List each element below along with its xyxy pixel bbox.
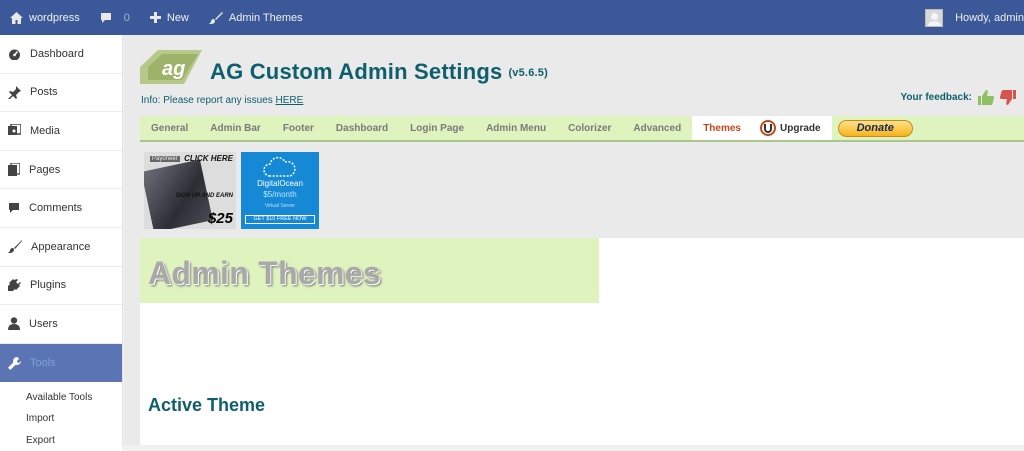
plugin-settings-link[interactable]: Admin Themes [199,0,313,35]
sidebar-item-label: Posts [30,86,58,99]
main-content: ag AG Custom Admin Settings (v5.6.5) Info… [124,35,1024,445]
sidebar-item-label: Comments [29,202,83,215]
page-title: AG Custom Admin Settings (v5.6.5) [210,59,548,85]
tab-dashboard[interactable]: Dashboard [325,116,399,140]
submenu-export[interactable]: Export [0,430,122,451]
report-link[interactable]: HERE [276,95,304,106]
feedback-label: Your feedback: [900,92,973,103]
info-line: Info: Please report any issues HERE [141,95,303,106]
payoneer-ad[interactable]: Payoneer CLICK HERE SIGN UP AND EARN $25 [144,152,236,229]
comment-icon [9,203,19,214]
comment-icon [100,12,111,23]
media-icon [8,124,21,136]
ad-brand: Payoneer [150,156,180,162]
comments-link[interactable]: 0 [90,0,140,35]
sidebar-item-pages[interactable]: Pages [0,151,122,190]
sidebar-item-plugins[interactable]: Plugins [0,267,122,306]
upgrade-label: Upgrade [780,122,821,134]
ad-price: $5/month [263,190,297,199]
user-icon [8,317,20,331]
submenu-import[interactable]: Import [0,408,122,430]
submenu-available-tools[interactable]: Available Tools [0,386,122,408]
cloud-icon [263,156,296,177]
digitalocean-ad[interactable]: DigitalOcean $5/month Virtual Server GET… [241,152,319,229]
sidebar-item-dashboard[interactable]: Dashboard [0,35,122,74]
tab-upgrade[interactable]: Upgrade [752,116,832,140]
tab-admin-bar[interactable]: Admin Bar [199,116,272,140]
sidebar-item-label: Media [30,124,60,137]
brush-icon [8,240,22,254]
ad-cta: GET $10 FREE NOW [245,215,315,224]
sidebar-item-label: Pages [29,163,61,176]
admin-bar: wordpress 0 New Admin Themes Howdy, admi… [0,0,1024,35]
sidebar-item-media[interactable]: Media [0,112,122,151]
tab-footer[interactable]: Footer [272,116,325,140]
avatar[interactable] [925,8,944,27]
upgrade-logo-icon [760,120,776,136]
sidebar-item-label: Plugins [30,279,67,292]
ad-click-text: CLICK HERE [184,154,233,163]
ad-signup-text: SIGN UP AND EARN [175,193,233,199]
logo-text: ag [162,58,185,80]
brush-icon [208,11,223,24]
pages-icon [8,163,20,177]
sidebar-item-label: Tools [30,357,56,370]
title-text: AG Custom Admin Settings [210,59,503,84]
new-label: New [166,11,189,24]
thumbs-down-icon[interactable] [1000,90,1016,105]
tab-general[interactable]: General [140,116,199,140]
info-text: Info: Please report any issues [141,95,273,106]
wrench-icon [8,356,21,370]
themes-panel [140,303,1024,445]
site-home-link[interactable]: wordpress [0,0,90,35]
active-theme-heading: Active Theme [148,395,266,415]
ad-price: $25 [207,210,233,227]
version-label: (v5.6.5) [508,67,548,79]
ag-logo: ag [140,50,202,84]
page-heading: Admin Themes [148,255,381,291]
howdy-text[interactable]: Howdy, admin [955,12,1024,24]
tab-advanced[interactable]: Advanced [622,116,692,140]
thumbs-up-icon[interactable] [978,90,994,105]
sidebar-item-label: Appearance [31,240,91,253]
site-name: wordpress [29,11,80,24]
sidebar-item-posts[interactable]: Posts [0,74,122,113]
admin-sidebar: Dashboard Posts Media Pages Comments App… [0,35,123,451]
ad-name: DigitalOcean [257,179,303,188]
comments-count: 0 [123,11,130,24]
sidebar-item-tools[interactable]: Tools [0,343,122,383]
home-icon [10,11,23,24]
sidebar-item-label: Users [29,317,58,330]
plug-icon [8,278,21,291]
heading-extension [599,238,1024,303]
plus-icon [149,12,161,23]
page-heading-box: Admin Themes [140,238,599,303]
dashboard-icon [9,49,20,60]
sidebar-item-label: Dashboard [30,47,84,60]
tab-colorizer[interactable]: Colorizer [557,116,622,140]
new-content-link[interactable]: New [140,0,199,35]
sidebar-item-users[interactable]: Users [0,305,122,344]
tab-login-page[interactable]: Login Page [399,116,475,140]
plugin-link-label: Admin Themes [228,11,303,24]
sidebar-item-appearance[interactable]: Appearance [0,228,122,267]
feedback-area: Your feedback: [900,90,1016,105]
settings-tabs: General Admin Bar Footer Dashboard Login… [140,116,1024,142]
pushpin-icon [8,85,21,99]
ad-subtitle: Virtual Server [264,203,296,209]
tab-admin-menu[interactable]: Admin Menu [475,116,557,140]
tools-submenu: Available Tools Import Export [0,382,122,451]
sidebar-item-comments[interactable]: Comments [0,189,122,228]
donate-button[interactable]: Donate [837,119,913,137]
tab-themes[interactable]: Themes [692,116,752,140]
